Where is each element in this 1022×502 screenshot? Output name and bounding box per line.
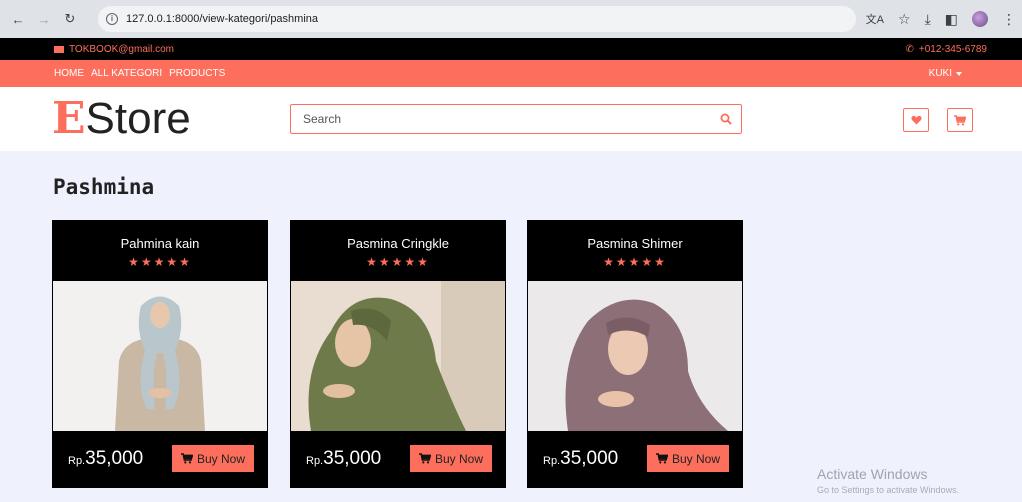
search-icon[interactable] [711,105,741,133]
profile-avatar[interactable] [972,11,988,27]
phone-icon: ✆ [905,43,914,55]
cart-icon [180,453,193,464]
top-info-bar: TOKBOOK@gmail.com ✆ +012-345-6789 [0,38,1022,60]
cart-icon [954,114,966,125]
product-price: Rp.35,000 [543,448,618,470]
user-name: KUKI [928,68,952,79]
reload-icon[interactable]: ↻ [60,9,80,29]
currency-label: Rp. [68,454,86,467]
buy-now-label: Buy Now [671,451,720,466]
address-bar[interactable]: i 127.0.0.1:8000/view-kategori/pashmina [98,6,856,32]
watermark-title: Activate Windows [817,466,928,482]
phone-contact: ✆ +012-345-6789 [905,44,987,55]
cart-icon [418,453,431,464]
product-card: Pasmina Shimer ★★★★★ Rp.35,000 Buy Now [527,220,743,488]
wishlist-button[interactable] [903,108,929,132]
email-text: TOKBOOK@gmail.com [69,43,174,55]
email-contact: TOKBOOK@gmail.com [54,44,174,55]
currency-label: Rp. [543,454,561,467]
price-value: 35,000 [323,447,382,469]
site-info-icon[interactable]: i [106,13,118,25]
rating-stars-icon: ★★★★★ [128,255,192,269]
download-icon[interactable]: ⤓ [925,11,931,28]
phone-text: +012-345-6789 [918,43,987,55]
caret-down-icon [956,71,962,76]
watermark-subtitle: Go to Settings to activate Windows. [817,485,960,495]
rating-stars-icon: ★★★★★ [366,255,430,269]
product-image[interactable] [528,281,742,431]
product-price: Rp.35,000 [306,448,381,470]
buy-now-button[interactable]: Buy Now [171,445,254,472]
bookmark-star-icon[interactable]: ☆ [898,11,911,28]
nav-link-products[interactable]: PRODUCTS [169,68,225,79]
menu-icon[interactable]: ⋮ [1002,11,1016,28]
main-content: Pashmina Pahmina kain ★★★★★ Rp.35,000 Bu… [0,151,1022,502]
user-menu[interactable]: KUKI [929,68,962,79]
buy-now-label: Buy Now [196,451,245,466]
search-box [290,104,742,134]
main-nav: HOME ALL KATEGORI PRODUCTS KUKI [0,60,1022,87]
translate-icon[interactable]: 文A [866,11,884,27]
logo-letter: E [52,93,86,144]
product-card: Pasmina Cringkle ★★★★★ Rp.35,000 Buy Now [290,220,506,488]
search-input[interactable] [303,112,711,126]
price-value: 35,000 [85,447,144,469]
product-name[interactable]: Pasmina Cringkle [347,236,449,251]
back-icon[interactable]: ← [8,9,28,29]
product-image[interactable] [291,281,505,431]
cart-button[interactable] [947,108,973,132]
windows-activation-watermark: Activate Windows Go to Settings to activ… [817,466,959,495]
buy-now-button[interactable]: Buy Now [409,445,492,472]
product-name[interactable]: Pasmina Shimer [587,236,682,251]
product-card: Pahmina kain ★★★★★ Rp.35,000 Buy Now [52,220,268,488]
url-text: 127.0.0.1:8000/view-kategori/pashmina [126,13,319,25]
store-logo[interactable]: EStore [52,93,191,145]
side-panel-icon[interactable]: ◧ [945,11,958,28]
product-image[interactable] [53,281,267,431]
cart-icon [655,453,668,464]
currency-label: Rp. [306,454,324,467]
product-name[interactable]: Pahmina kain [121,236,200,251]
buy-now-label: Buy Now [434,451,483,466]
site-header: EStore [0,87,1022,151]
nav-link-home[interactable]: HOME [54,68,84,79]
buy-now-button[interactable]: Buy Now [646,445,729,472]
forward-icon[interactable]: → [34,9,54,29]
browser-toolbar: ← → ↻ i 127.0.0.1:8000/view-kategori/pas… [0,0,1022,38]
envelope-icon [54,45,64,53]
price-value: 35,000 [560,447,619,469]
logo-text: Store [85,94,191,143]
rating-stars-icon: ★★★★★ [603,255,667,269]
page-title: Pashmina [53,175,155,199]
product-price: Rp.35,000 [68,448,143,470]
heart-icon [910,115,922,125]
nav-link-all-kategori[interactable]: ALL KATEGORI [91,68,162,79]
